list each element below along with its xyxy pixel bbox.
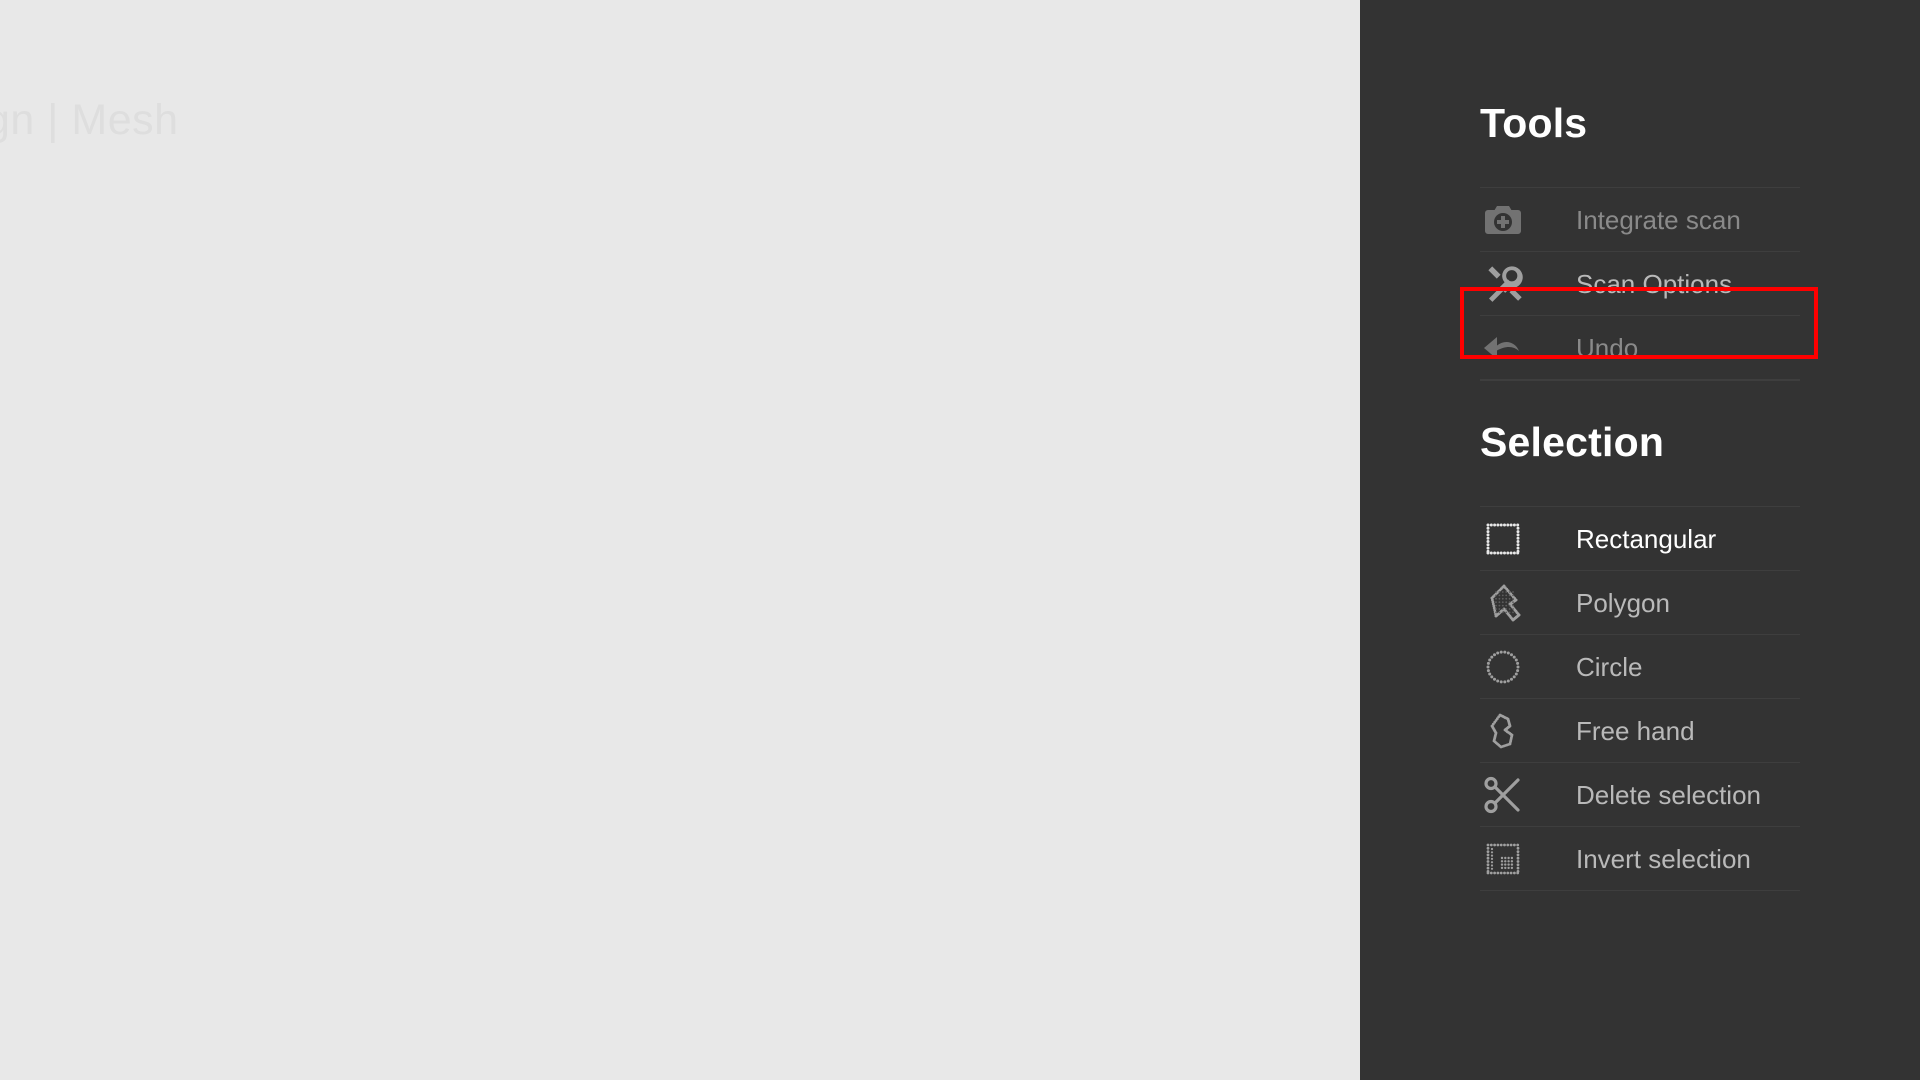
menu-item-free-hand[interactable]: Free hand [1360,699,1920,763]
page-title: gn | Mesh [0,96,179,144]
tools-section-heading: Tools [1480,100,1588,146]
row-divider [1480,890,1800,891]
menu-item-scan-options[interactable]: Scan Options [1360,252,1920,316]
menu-item-label: Polygon [1576,588,1670,618]
menu-item-label: Invert selection [1576,844,1751,874]
menu-item-label: Circle [1576,652,1643,682]
invert-selection-icon [1480,836,1526,882]
wrench-hammer-icon [1480,261,1526,307]
canvas-area[interactable]: gn | Mesh [0,0,1360,1080]
menu-item-rectangular[interactable]: Rectangular [1360,507,1920,571]
menu-item-circle[interactable]: Circle [1360,635,1920,699]
app-root: gn | Mesh Tools Integrate scan Scan Optio… [0,0,1920,1080]
menu-item-label: Integrate scan [1576,205,1741,235]
camera-plus-icon [1480,197,1526,243]
dotted-circle-icon [1480,644,1526,690]
selection-section: Selection Rectangular Polygon Circle Free h… [1360,350,1920,891]
selection-menu: Rectangular Polygon Circle Free hand Delete … [1360,507,1920,891]
scissors-icon [1480,772,1526,818]
menu-item-invert-selection[interactable]: Invert selection [1360,827,1920,891]
menu-item-polygon[interactable]: Polygon [1360,571,1920,635]
menu-item-label: Free hand [1576,716,1695,746]
dotted-polygon-icon [1480,580,1526,626]
menu-item-delete-selection[interactable]: Delete selection [1360,763,1920,827]
tools-section: Tools Integrate scan Scan Options Undo [1360,0,1920,381]
menu-item-label: Delete selection [1576,780,1761,810]
selection-section-heading: Selection [1480,419,1665,465]
menu-item-label: Rectangular [1576,524,1717,554]
menu-item-label: Scan Options [1576,269,1733,299]
dotted-freehand-icon [1480,708,1526,754]
dotted-rectangle-icon [1480,516,1526,562]
menu-item-integrate-scan[interactable]: Integrate scan [1360,188,1920,252]
tools-sidebar: Tools Integrate scan Scan Options Undo Sel… [1360,0,1920,1080]
